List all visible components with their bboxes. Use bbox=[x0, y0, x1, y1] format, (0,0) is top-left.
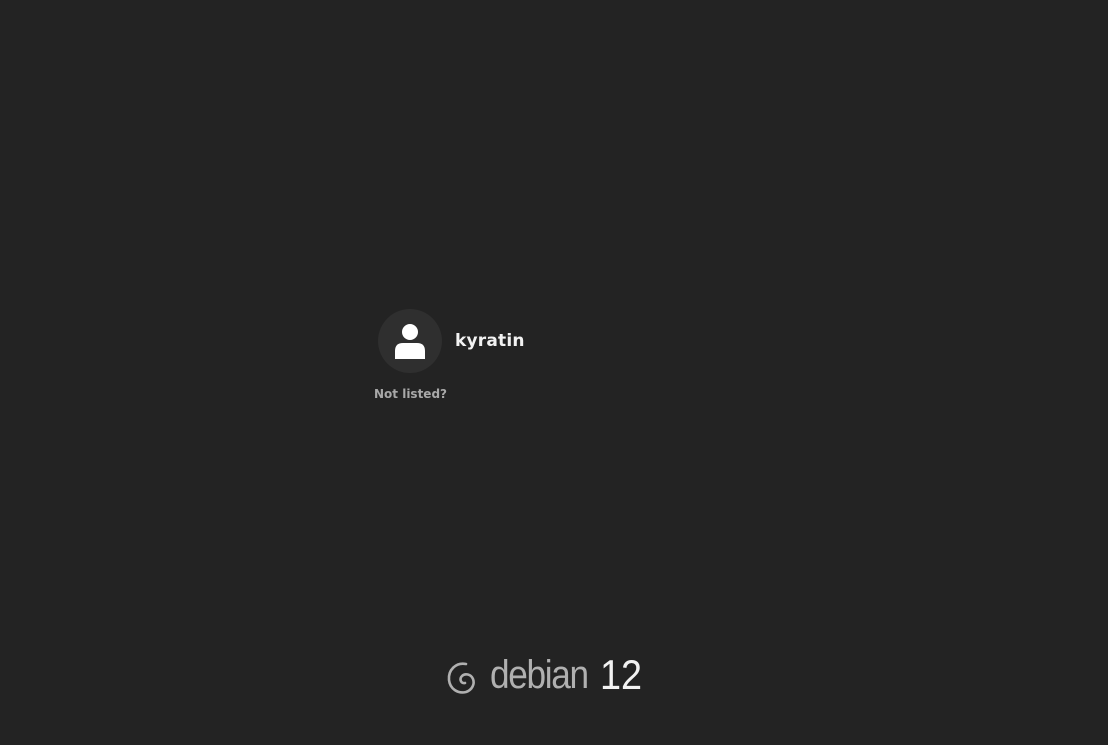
user-name: kyratin bbox=[455, 331, 525, 351]
user-silhouette-icon bbox=[395, 324, 425, 359]
debian-swirl-icon bbox=[447, 662, 475, 694]
not-listed-button[interactable]: Not listed? bbox=[374, 387, 447, 401]
login-panel: kyratin Not listed? bbox=[374, 309, 674, 402]
distro-name: debian bbox=[490, 652, 589, 697]
distro-version: 12 bbox=[600, 651, 643, 698]
avatar bbox=[378, 309, 442, 373]
user-list-item-kyratin[interactable]: kyratin bbox=[374, 309, 674, 373]
distro-branding: debian 12 bbox=[446, 651, 647, 698]
